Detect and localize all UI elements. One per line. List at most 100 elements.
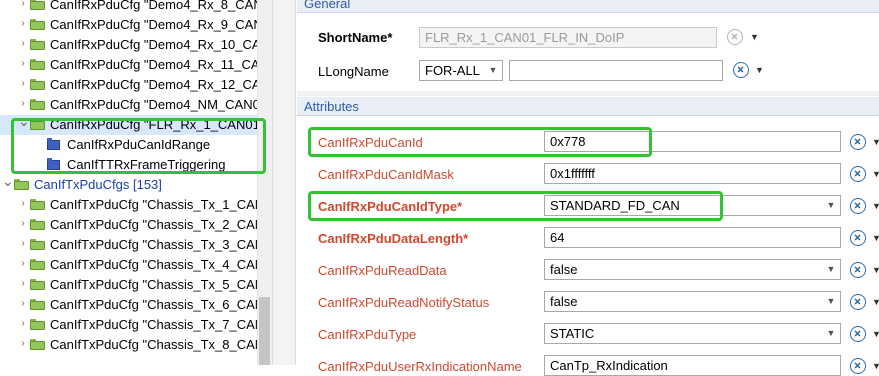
tree-item[interactable]: › CanIfRxPduCfg "Demo4_NM_CAN09 <box>0 95 267 115</box>
attribute-label: CanIfRxPduCanIdMask <box>318 167 454 182</box>
chevron-right-icon[interactable]: › <box>18 78 28 90</box>
reset-default-icon[interactable] <box>850 230 866 246</box>
long-name-field[interactable] <box>509 60 723 81</box>
highlight-selected-tree-item <box>11 118 266 174</box>
dropdown-triangle-icon[interactable]: ▼ <box>872 137 879 147</box>
dropdown-triangle-icon[interactable]: ▼ <box>872 265 879 275</box>
attribute-value: false <box>550 262 578 277</box>
reset-default-icon[interactable] <box>850 262 866 278</box>
general-section-header[interactable]: General <box>297 0 879 13</box>
reset-default-icon[interactable] <box>850 358 866 374</box>
folder-icon <box>30 339 45 350</box>
highlight-canid-row <box>308 127 652 157</box>
chevron-right-icon[interactable]: › <box>18 38 28 50</box>
tree-item-label: CanIfTxPduCfg "Chassis_Tx_5_CAN0 <box>50 277 272 292</box>
attribute-select[interactable]: false ▼ <box>544 291 841 312</box>
chevron-right-icon[interactable]: › <box>18 238 28 250</box>
properties-editor: General ShortName* FLR_Rx_1_CAN01_FLR_IN… <box>297 0 879 376</box>
tree-item[interactable]: › CanIfTxPduCfg "Chassis_Tx_4_CAN0 <box>0 255 271 275</box>
folder-icon <box>30 0 45 10</box>
folder-icon <box>30 79 45 90</box>
tree-item[interactable]: › CanIfTxPduCfg "Chassis_Tx_2_CAN0 <box>0 215 271 235</box>
chevron-right-icon[interactable]: › <box>18 298 28 310</box>
chevron-right-icon[interactable]: › <box>18 58 28 70</box>
long-name-label: LLongName <box>318 64 389 79</box>
folder-icon <box>30 319 45 330</box>
dropdown-triangle-icon[interactable]: ▼ <box>872 169 879 179</box>
reset-default-icon[interactable] <box>850 166 866 182</box>
tree-item[interactable]: › CanIfRxPduCfg "Demo4_Rx_12_CAN0 <box>0 75 272 95</box>
folder-icon <box>30 59 45 70</box>
reset-default-icon[interactable] <box>850 326 866 342</box>
chevron-right-icon[interactable]: › <box>18 198 28 210</box>
attribute-label: CanIfRxPduReadNotifyStatus <box>318 295 490 310</box>
chevron-right-icon[interactable]: › <box>18 18 28 30</box>
tree-item-label: CanIfRxPduCfg "Demo4_Rx_12_CAN0 <box>50 77 272 92</box>
folder-icon <box>30 19 45 30</box>
attribute-label: CanIfRxPduType <box>318 327 417 342</box>
attribute-select[interactable]: STATIC ▼ <box>544 323 841 344</box>
tree-item-label: CanIfRxPduCfg "Demo4_Rx_10_CAN0 <box>50 37 272 52</box>
tree-item-label: CanIfRxPduCfg "Demo4_Rx_11_CAN0 <box>50 57 272 72</box>
chevron-right-icon[interactable]: › <box>18 258 28 270</box>
chevron-right-icon[interactable]: › <box>18 0 28 10</box>
attribute-label: CanIfRxPduDataLength* <box>318 231 469 246</box>
dropdown-triangle-icon[interactable]: ▼ <box>872 233 879 243</box>
tree-item-label: CanIfRxPduCfg "Demo4_Rx_8_CAN0 <box>50 0 270 12</box>
dropdown-triangle-icon[interactable]: ▼ <box>872 201 879 211</box>
folder-icon <box>14 179 29 190</box>
tree-item-label: CanIfTxPduCfg "Chassis_Tx_4_CAN0 <box>50 257 272 272</box>
tree-scrollbar-thumb[interactable] <box>259 297 270 365</box>
tree-item[interactable]: › CanIfRxPduCfg "Demo4_Rx_8_CAN0 <box>0 0 270 15</box>
chevron-right-icon[interactable]: › <box>18 338 28 350</box>
dropdown-triangle-icon[interactable]: ▼ <box>872 329 879 339</box>
attribute-value: CanTp_RxIndication <box>550 358 668 373</box>
attribute-field[interactable]: CanTp_RxIndication <box>544 355 841 376</box>
tree-item[interactable]: › CanIfTxPduCfg "Chassis_Tx_6_CAN0 <box>0 295 271 315</box>
reset-default-icon[interactable] <box>850 294 866 310</box>
chevron-right-icon[interactable]: › <box>18 278 28 290</box>
chevron-down-icon[interactable]: ⌄ <box>2 174 14 188</box>
chevron-right-icon[interactable]: › <box>18 98 28 110</box>
dropdown-triangle-icon[interactable]: ▼ <box>750 32 759 42</box>
chevron-right-icon[interactable]: › <box>18 218 28 230</box>
tree-item-label: CanIfTxPduCfgs [153] <box>34 177 162 192</box>
tree-item[interactable]: › CanIfTxPduCfg "Chassis_Tx_3_CAN0 <box>0 235 271 255</box>
chevron-down-icon: ▼ <box>488 65 498 75</box>
attribute-field[interactable]: 0x1fffffff <box>544 163 841 184</box>
attribute-value: 64 <box>550 230 565 245</box>
tree-item[interactable]: ⌄ CanIfTxPduCfgs [153] <box>0 174 258 195</box>
chevron-right-icon[interactable]: › <box>18 318 28 330</box>
reset-default-icon[interactable] <box>850 134 866 150</box>
short-name-field[interactable]: FLR_Rx_1_CAN01_FLR_IN_DoIP <box>419 27 717 48</box>
chevron-down-icon: ▼ <box>826 296 836 306</box>
attribute-value: 0x1fffffff <box>550 166 595 181</box>
dropdown-triangle-icon[interactable]: ▼ <box>872 361 879 371</box>
attributes-section-header[interactable]: Attributes <box>297 97 879 116</box>
reset-default-icon[interactable] <box>850 198 866 214</box>
short-name-label: ShortName* <box>318 30 393 45</box>
attribute-select[interactable]: false ▼ <box>544 259 841 280</box>
folder-icon <box>30 259 45 270</box>
dropdown-triangle-icon[interactable]: ▼ <box>872 297 879 307</box>
tree-item[interactable]: › CanIfTxPduCfg "Chassis_Tx_7_CAN0 <box>0 315 271 335</box>
tree-item[interactable]: › CanIfTxPduCfg "Chassis_Tx_5_CAN0 <box>0 275 271 295</box>
long-name-language-select[interactable]: FOR-ALL ▼ <box>419 60 503 81</box>
dropdown-triangle-icon[interactable]: ▼ <box>755 65 764 75</box>
chevron-down-icon: ▼ <box>826 328 836 338</box>
tree-item-label: CanIfTxPduCfg "Chassis_Tx_7_CAN0 <box>50 317 272 332</box>
long-name-language-value: FOR-ALL <box>425 63 480 78</box>
reset-default-icon[interactable] <box>733 62 749 78</box>
tree-item[interactable]: › CanIfRxPduCfg "Demo4_Rx_9_CAN0 <box>0 15 270 35</box>
tree-item-label: CanIfRxPduCfg "Demo4_Rx_9_CAN0 <box>50 17 270 32</box>
tree-item[interactable]: › CanIfRxPduCfg "Demo4_Rx_10_CAN0 <box>0 35 272 55</box>
tree-item-label: CanIfTxPduCfg "Chassis_Tx_2_CAN0 <box>50 217 272 232</box>
reset-default-icon[interactable] <box>727 29 743 45</box>
tree-item[interactable]: › CanIfTxPduCfg "Chassis_Tx_1_CAN0 <box>0 195 271 215</box>
tree-item[interactable]: › CanIfTxPduCfg "Chassis_Tx_8_CAN0 <box>0 335 271 355</box>
tree-item-label: CanIfTxPduCfg "Chassis_Tx_1_CAN0 <box>50 197 272 212</box>
attribute-field[interactable]: 64 <box>544 227 841 248</box>
tree-item[interactable]: › CanIfRxPduCfg "Demo4_Rx_11_CAN0 <box>0 55 272 75</box>
tree-item-label: CanIfTxPduCfg "Chassis_Tx_3_CAN0 <box>50 237 272 252</box>
pane-splitter[interactable] <box>272 0 296 365</box>
